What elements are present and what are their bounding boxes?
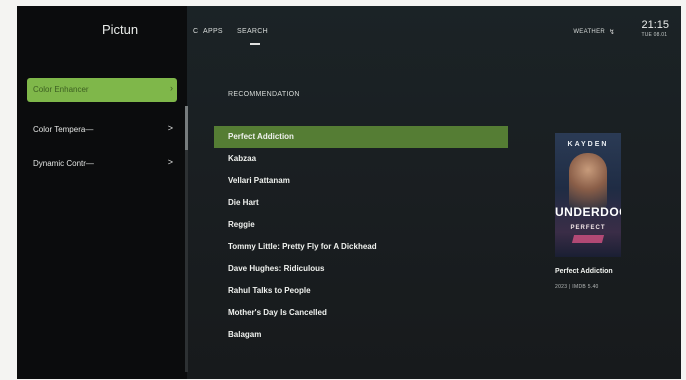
poster-subtitle: PERFECT xyxy=(570,225,606,231)
list-item[interactable]: Dave Hughes: Ridiculous xyxy=(214,258,508,280)
panel-scrollbar-track[interactable] xyxy=(185,136,188,372)
list-item[interactable]: Perfect Addiction xyxy=(214,126,508,148)
top-navigation: C APPS SEARCH WEATHER ↯ 21:15 TUE 08.01 xyxy=(187,6,681,54)
tv-screen: C APPS SEARCH WEATHER ↯ 21:15 TUE 08.01 … xyxy=(17,6,681,379)
setting-dynamic-contrast[interactable]: Dynamic Contr— > xyxy=(27,152,177,176)
nav-item-apps[interactable]: APPS xyxy=(203,28,223,35)
poster-meta: 2023 | IMDB 5.40 xyxy=(555,284,599,290)
list-item[interactable]: Mother's Day Is Cancelled xyxy=(214,302,508,324)
setting-label: Color Tempera— xyxy=(33,125,94,134)
list-item[interactable]: Reggie xyxy=(214,214,508,236)
list-item[interactable]: Balagam xyxy=(214,324,508,346)
setting-color-enhancer[interactable]: Color Enhancer › xyxy=(27,78,177,102)
list-item[interactable]: Kabzaa xyxy=(214,148,508,170)
list-item[interactable]: Tommy Little: Pretty Fly for A Dickhead xyxy=(214,236,508,258)
chevron-right-icon: › xyxy=(170,83,173,93)
setting-color-temperature[interactable]: Color Tempera— > xyxy=(27,118,177,142)
list-item[interactable]: Vellari Pattanam xyxy=(214,170,508,192)
poster-title: UNDERDOG xyxy=(555,205,621,219)
nav-active-indicator xyxy=(250,43,260,45)
picture-settings-panel: Pictun Color Enhancer › Color Tempera— >… xyxy=(17,6,187,379)
panel-scrollbar-thumb[interactable] xyxy=(185,106,188,150)
rain-icon: ↯ xyxy=(609,29,615,36)
poster-top-text: KAYDEN xyxy=(567,141,609,148)
nav-item-partial[interactable]: C xyxy=(193,28,198,35)
clock-date: TUE 08.01 xyxy=(641,32,668,38)
nav-item-search[interactable]: SEARCH xyxy=(237,28,268,35)
setting-label: Color Enhancer xyxy=(33,85,89,94)
list-item[interactable]: Die Hart xyxy=(214,192,508,214)
chevron-right-icon: > xyxy=(167,123,173,133)
clock-time: 21:15 xyxy=(641,19,669,31)
chevron-right-icon: > xyxy=(167,157,173,167)
movie-poster[interactable]: KAYDEN UNDERDOG PERFECT xyxy=(555,133,621,257)
list-item[interactable]: Rahul Talks to People xyxy=(214,280,508,302)
recommendation-heading: RECOMMENDATION xyxy=(228,91,300,98)
weather-label[interactable]: WEATHER xyxy=(573,29,605,35)
clock: 21:15 TUE 08.01 xyxy=(641,19,669,39)
setting-label: Dynamic Contr— xyxy=(33,159,94,168)
panel-title: Pictun xyxy=(102,22,139,37)
poster-figure xyxy=(569,153,607,209)
recommendation-list: Perfect Addiction Kabzaa Vellari Pattana… xyxy=(214,126,508,346)
poster-caption: Perfect Addiction xyxy=(555,268,613,275)
poster-script-accent xyxy=(571,235,605,243)
